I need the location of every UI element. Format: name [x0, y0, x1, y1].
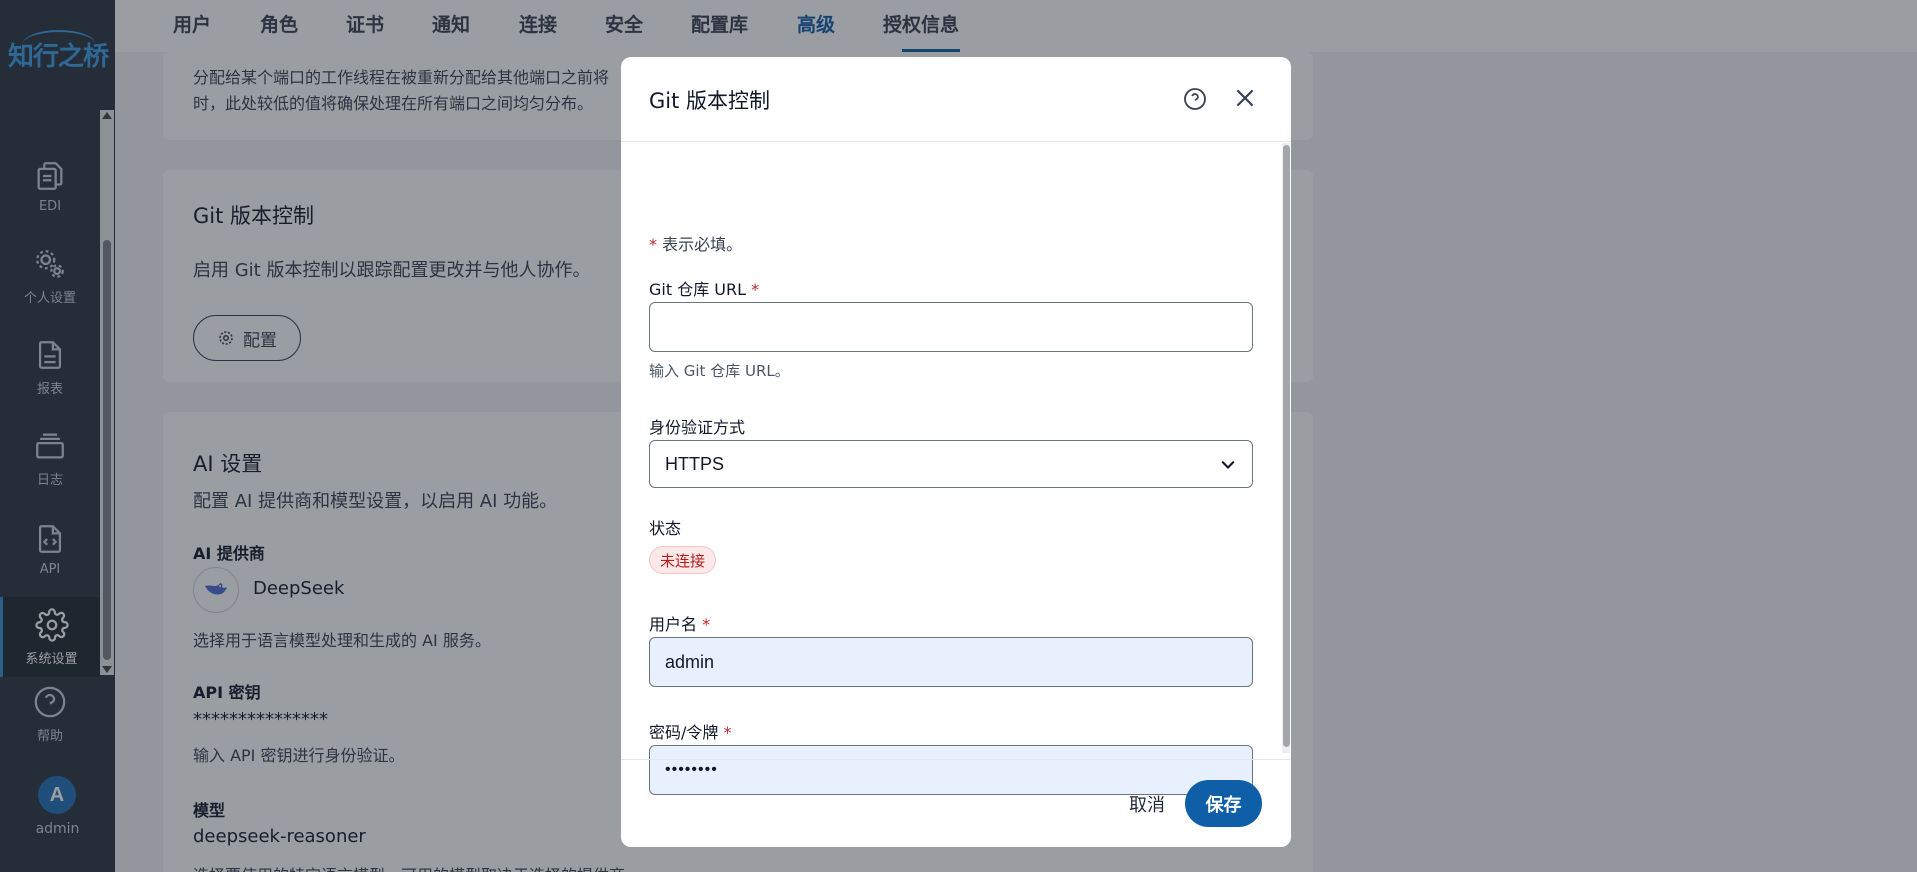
auth-method-value: HTTPS — [665, 453, 725, 474]
cancel-button[interactable]: 取消 — [1121, 782, 1173, 826]
git-version-control-dialog: Git 版本控制 * 表示必填。 Git 仓库 URL * 输入 Git 仓库 … — [621, 57, 1291, 847]
required-asterisk: * — [751, 280, 760, 299]
dialog-title: Git 版本控制 — [649, 89, 771, 113]
dialog-scrollbar[interactable] — [1282, 143, 1290, 753]
password-label: 密码/令牌 * — [649, 719, 732, 743]
dialog-body: * 表示必填。 Git 仓库 URL * 输入 Git 仓库 URL。 身份验证… — [621, 143, 1291, 795]
save-button[interactable]: 保存 — [1185, 780, 1262, 827]
username-input[interactable]: admin — [649, 637, 1253, 687]
required-note-text: 表示必填。 — [662, 235, 743, 254]
close-icon[interactable] — [1232, 85, 1258, 111]
repo-url-label: Git 仓库 URL * — [649, 276, 759, 300]
status-badge: 未连接 — [649, 546, 717, 574]
repo-url-input[interactable] — [649, 302, 1253, 352]
dialog-header: Git 版本控制 — [621, 57, 1291, 142]
repo-url-hint: 输入 Git 仓库 URL。 — [649, 362, 790, 380]
status-label: 状态 — [649, 519, 682, 538]
auth-method-select[interactable]: HTTPS — [649, 440, 1253, 488]
chevron-down-icon — [1221, 460, 1235, 469]
required-note: * 表示必填。 — [649, 231, 742, 255]
auth-method-label: 身份验证方式 — [649, 418, 746, 437]
username-label: 用户名 * — [649, 611, 710, 635]
repo-url-label-text: Git 仓库 URL — [649, 280, 747, 299]
help-icon[interactable] — [1183, 87, 1207, 111]
username-label-text: 用户名 — [649, 615, 698, 634]
dialog-footer: 取消 保存 — [621, 759, 1291, 847]
dialog-scrollbar-thumb[interactable] — [1283, 145, 1290, 747]
required-asterisk: * — [649, 235, 663, 254]
password-label-text: 密码/令牌 — [649, 723, 719, 742]
required-asterisk: * — [723, 723, 732, 742]
required-asterisk: * — [702, 615, 711, 634]
